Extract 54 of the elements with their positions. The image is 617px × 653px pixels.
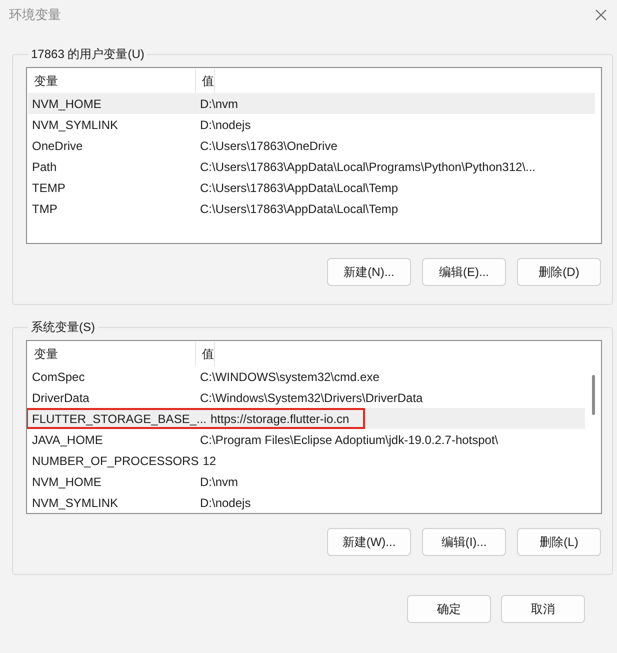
variable-name: NVM_SYMLINK [31,496,120,510]
variable-name: NVM_SYMLINK [31,118,120,132]
variable-value: D:\nodejs [200,118,251,132]
variable-row[interactable]: NVM_SYMLINK D:\nodejs [28,114,595,135]
variable-name: JAVA_HOME [31,432,104,446]
scrollbar-thumb[interactable] [592,375,595,415]
variable-name: TEMP [31,180,66,194]
dialog-button[interactable]: 确定 [407,595,491,623]
dialog-button[interactable]: 编辑(I)... [422,528,506,556]
variable-value: D:\nvm [200,474,238,488]
dialog-button[interactable]: 新建(N)... [327,258,411,286]
variable-row[interactable]: TMP C:\Users\17863\AppData\Local\Temp [28,198,595,219]
variable-value: C:\Users\17863\AppData\Local\Temp [200,202,398,216]
variable-row[interactable]: OneDrive C:\Users\17863\OneDrive [28,135,595,156]
variable-row[interactable]: TEMP C:\Users\17863\AppData\Local\Temp [28,177,595,198]
variable-name: OneDrive [31,138,84,152]
dialog-button[interactable]: 新建(W)... [327,528,411,556]
group-title: 17863 的用户变量(U) [30,46,146,63]
variable-value: C:\Windows\System32\Drivers\DriverData [200,390,423,404]
variable-row[interactable]: ComSpec C:\WINDOWS\system32\cmd.exe [28,366,585,387]
group-title: 系统变量(S) [30,319,96,336]
variable-row[interactable]: FLUTTER_STORAGE_BASE_... https://storage.flutter-io.cn [28,408,585,429]
variable-value: 12 [202,454,216,468]
variable-name: TMP [31,202,58,216]
variable-row[interactable]: NVM_HOME D:\nvm [28,471,585,492]
variable-name: NVM_HOME [31,96,102,110]
variable-value: D:\nodejs [200,496,251,510]
variable-name: NVM_HOME [31,474,102,488]
dialog-button[interactable]: 删除(L) [517,528,601,556]
window-title: 环境变量 [9,6,61,24]
variable-value: C:\Users\17863\AppData\Local\Programs\Python\Python312\... [200,160,536,174]
variable-row[interactable]: DriverData C:\Windows\System32\Drivers\DriverData [28,387,585,408]
variable-value: https://storage.flutter-io.cn [210,412,350,426]
variable-value: C:\WINDOWS\system32\cmd.exe [200,370,380,384]
variable-row[interactable]: JAVA_HOME C:\Program Files\Eclipse Adoptium\jdk-19.0.2.7-hotspot\ [28,429,585,450]
variable-row[interactable]: NVM_SYMLINK D:\nodejs [28,492,585,513]
variable-value: C:\Users\17863\AppData\Local\Temp [200,180,398,194]
variable-name: Path [31,160,58,174]
variable-row[interactable]: NUMBER_OF_PROCESSORS 12 [28,450,585,471]
variable-row[interactable]: Path C:\Users\17863\AppData\Local\Programs\Python\Python312\... [28,156,595,177]
dialog-button[interactable]: 取消 [501,595,585,623]
column-header[interactable]: 变量 [28,342,196,366]
variable-name: DriverData [31,390,90,404]
close-icon[interactable] [595,9,607,21]
variable-value: D:\nvm [200,96,238,110]
column-header[interactable]: 值 [196,342,215,366]
variable-value: C:\Users\17863\OneDrive [200,138,338,152]
variable-name: NUMBER_OF_PROCESSORS [31,454,200,468]
variable-value: C:\Program Files\Eclipse Adoptium\jdk-19.0.2.7-hotspot\ [200,432,498,446]
variable-name: ComSpec [31,370,86,384]
variable-row[interactable]: NVM_HOME D:\nvm [28,93,595,114]
dialog-button[interactable]: 编辑(E)... [422,258,506,286]
dialog-button[interactable]: 删除(D) [517,258,601,286]
variable-name: FLUTTER_STORAGE_BASE_... [31,412,208,426]
